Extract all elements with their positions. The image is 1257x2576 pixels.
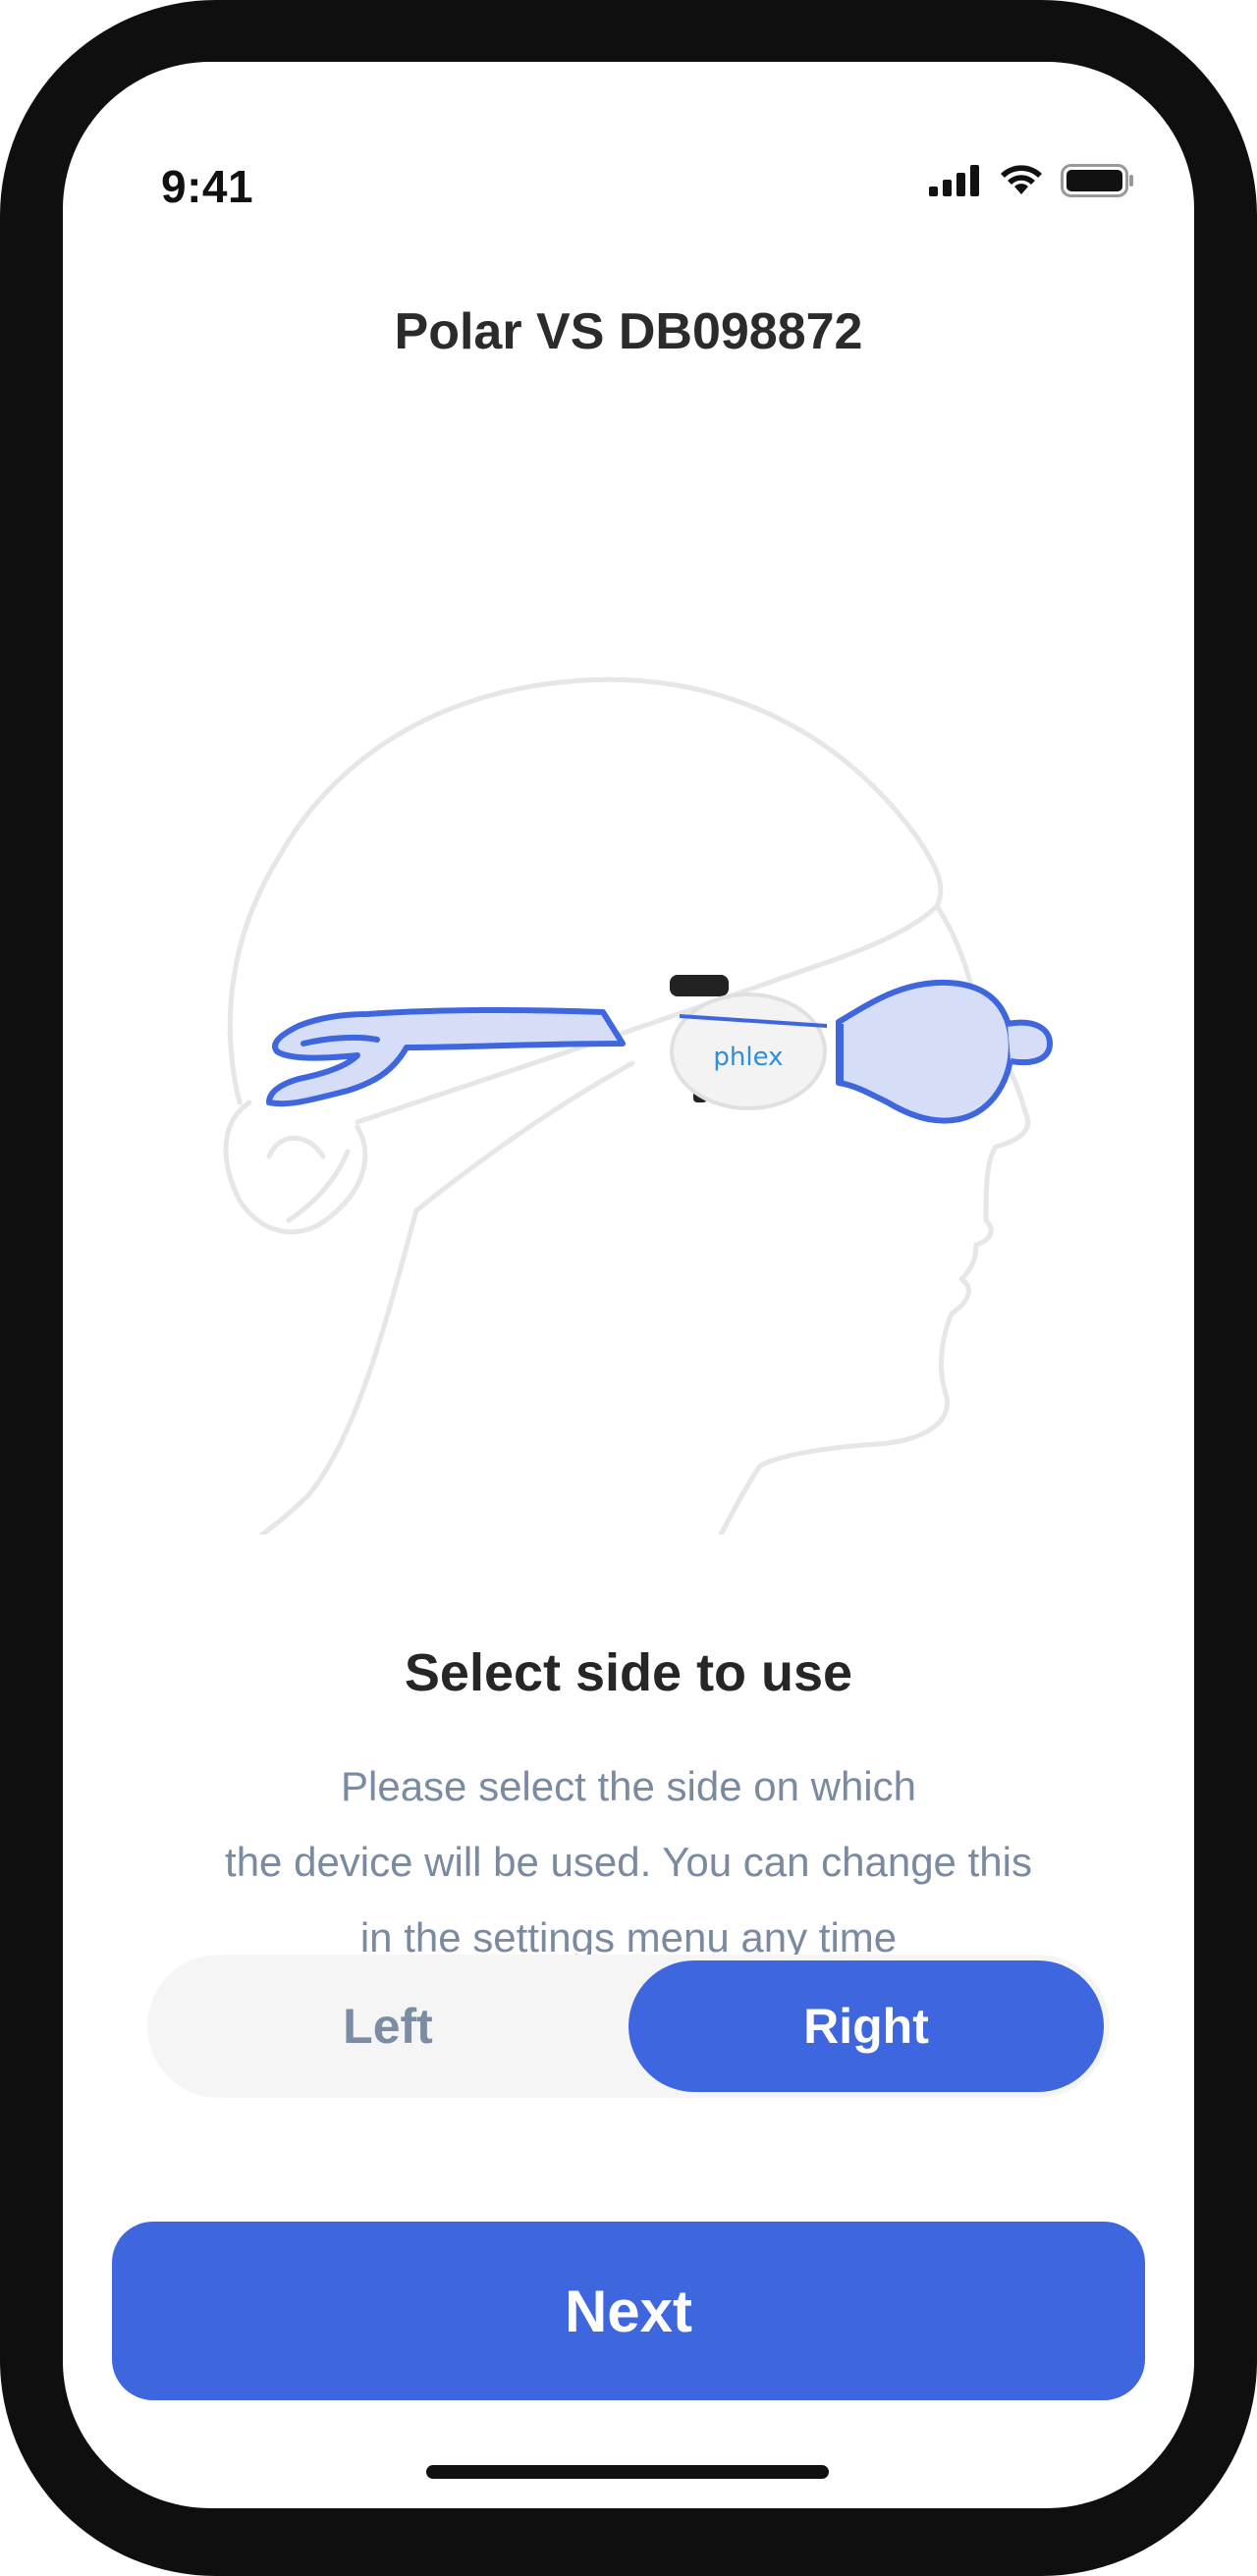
cellular-signal-icon xyxy=(929,165,982,201)
status-icons xyxy=(929,164,1135,202)
head-goggles-illustration: phlex xyxy=(210,612,1114,1557)
next-button[interactable]: Next xyxy=(112,2222,1145,2400)
home-indicator[interactable] xyxy=(426,2465,829,2479)
side-option-left[interactable]: Left xyxy=(153,1960,623,2092)
battery-icon xyxy=(1061,164,1135,202)
wifi-icon xyxy=(1000,165,1043,201)
phone-frame: 9:41 Polar VS DB098872 phlex Select side… xyxy=(0,0,1257,2576)
section-heading: Select side to use xyxy=(404,1643,853,1702)
device-brand-label: phlex xyxy=(713,1043,783,1072)
app-screen: 9:41 Polar VS DB098872 phlex Select side… xyxy=(63,62,1194,2508)
section-description: Please select the side on which the devi… xyxy=(181,1748,1076,1975)
description-line: Please select the side on which xyxy=(340,1763,916,1809)
side-option-right[interactable]: Right xyxy=(628,1960,1104,2092)
side-selector: Left Right xyxy=(147,1955,1110,2098)
description-line: the device will be used. You can change … xyxy=(225,1839,1032,1885)
status-time: 9:41 xyxy=(161,161,254,212)
head-sketch-svg: phlex xyxy=(223,676,1053,1557)
page-title: Polar VS DB098872 xyxy=(394,303,863,360)
